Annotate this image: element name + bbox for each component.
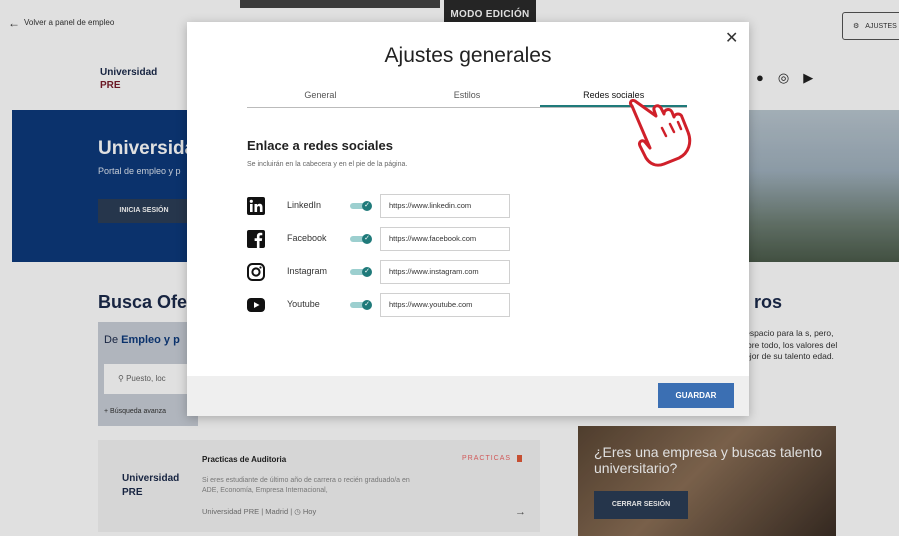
section-subtitle: Se incluirán en la cabecera y en el pie …	[247, 161, 408, 168]
check-icon: ✓	[362, 300, 372, 310]
modal-title: Ajustes generales	[384, 44, 552, 67]
check-icon: ✓	[362, 267, 372, 277]
tab-general[interactable]: General	[247, 90, 394, 107]
social-row-facebook: Facebook ✓ https://www.facebook.com	[247, 227, 577, 251]
linkedin-icon	[247, 197, 265, 215]
linkedin-toggle[interactable]: ✓	[350, 201, 372, 211]
save-button[interactable]: GUARDAR	[658, 383, 734, 408]
check-icon: ✓	[362, 201, 372, 211]
instagram-icon	[247, 263, 265, 281]
pointing-hand-icon	[629, 99, 692, 167]
social-row-linkedin: LinkedIn ✓ https://www.linkedin.com	[247, 194, 577, 218]
tab-estilos[interactable]: Estilos	[394, 90, 541, 107]
youtube-toggle[interactable]: ✓	[350, 300, 372, 310]
network-name: Facebook	[287, 233, 327, 243]
youtube-url-input[interactable]: https://www.youtube.com	[380, 293, 510, 317]
linkedin-url-input[interactable]: https://www.linkedin.com	[380, 194, 510, 218]
social-row-instagram: Instagram ✓ https://www.instagram.com	[247, 260, 577, 284]
settings-modal: ✕ Ajustes generales General Estilos Rede…	[187, 22, 749, 416]
network-name: LinkedIn	[287, 200, 322, 210]
instagram-toggle[interactable]: ✓	[350, 267, 372, 277]
facebook-icon	[247, 230, 265, 248]
section-title: Enlace a redes sociales	[247, 138, 393, 153]
facebook-url-input[interactable]: https://www.facebook.com	[380, 227, 510, 251]
instagram-url-input[interactable]: https://www.instagram.com	[380, 260, 510, 284]
network-name: Instagram	[287, 266, 328, 276]
facebook-toggle[interactable]: ✓	[350, 234, 372, 244]
network-name: Youtube	[287, 299, 320, 309]
social-row-youtube: Youtube ✓ https://www.youtube.com	[247, 293, 577, 317]
check-icon: ✓	[362, 234, 372, 244]
youtube-icon	[247, 298, 265, 312]
tab-bar: General Estilos Redes sociales	[247, 90, 688, 108]
